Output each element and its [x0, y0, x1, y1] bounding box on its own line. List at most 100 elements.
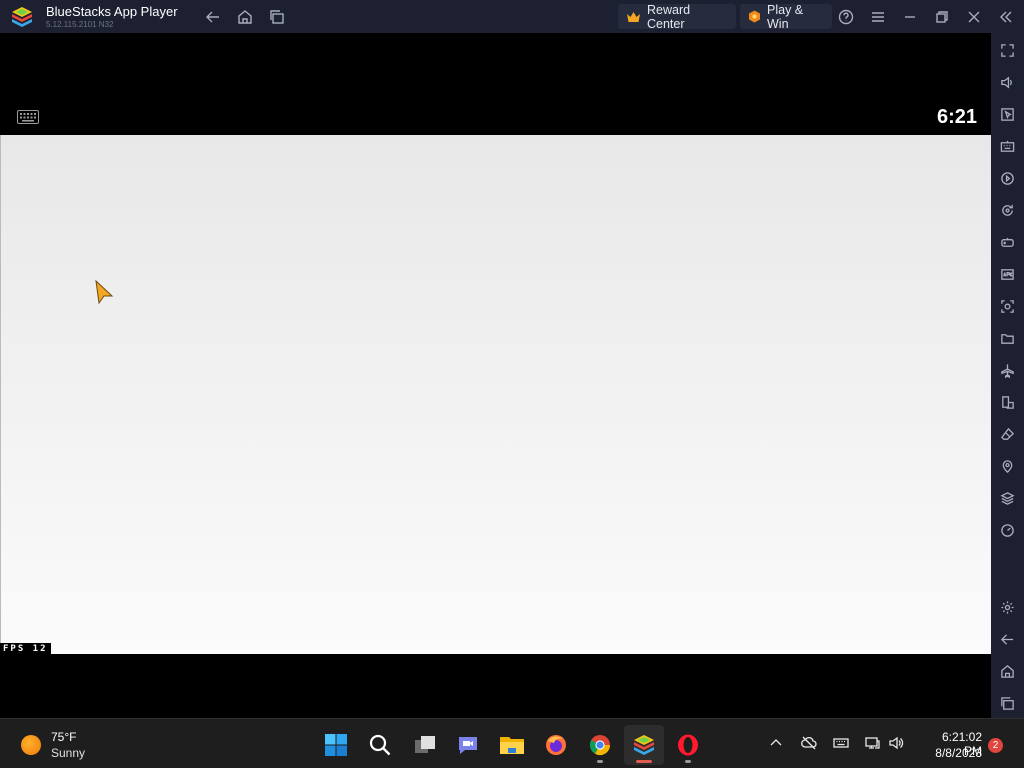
restore-button[interactable]	[926, 0, 958, 33]
home-button[interactable]	[229, 0, 261, 33]
reward-center-label: Reward Center	[647, 2, 691, 31]
help-icon	[838, 9, 854, 24]
clock-date[interactable]: 8/8/2023	[922, 746, 982, 760]
touch-keyboard-button[interactable]	[831, 733, 851, 753]
show-hidden-icons-button[interactable]	[766, 733, 786, 753]
chrome-button[interactable]	[580, 725, 620, 765]
apk-icon	[1001, 268, 1014, 280]
home-icon	[238, 9, 252, 24]
home-icon	[1001, 664, 1014, 678]
cloud-offline-icon	[801, 736, 817, 750]
settings-button[interactable]	[991, 591, 1024, 623]
android-clock: 6:21	[936, 106, 977, 128]
running-indicator	[685, 760, 691, 763]
volume-button[interactable]	[991, 66, 1024, 98]
recent-apps-button[interactable]	[261, 0, 293, 33]
airplane-icon	[1001, 363, 1014, 378]
app-title: BlueStacks App Player	[46, 4, 178, 19]
airplane-mode-button[interactable]	[991, 354, 1024, 386]
app-version: 5.12.115.2101 N32	[46, 20, 114, 29]
minimize-icon	[905, 15, 915, 18]
play-win-label: Play & Win	[767, 2, 804, 31]
collapse-sidebar-button[interactable]	[990, 0, 1022, 33]
sync-button[interactable]	[991, 194, 1024, 226]
notification-badge[interactable]: 2	[988, 738, 1003, 753]
keyboard-controls-button[interactable]	[991, 130, 1024, 162]
android-recent-apps-button[interactable]	[991, 687, 1024, 719]
folder-icon	[1001, 333, 1014, 344]
rotate-icon	[1002, 395, 1014, 409]
crown-icon	[626, 11, 641, 23]
arrow-left-icon	[1000, 633, 1014, 645]
opera-icon	[678, 734, 698, 756]
multi-instance-button[interactable]	[991, 482, 1024, 514]
camera-icon	[1001, 299, 1014, 313]
media-folder-button[interactable]	[991, 322, 1024, 354]
screenshot-button[interactable]	[991, 290, 1024, 322]
windows-taskbar: 75°F Sunny 6:21:02 PM 8/8/2023 2	[0, 718, 1024, 768]
performance-button[interactable]	[991, 514, 1024, 546]
close-icon	[968, 11, 980, 22]
onedrive-button[interactable]	[799, 733, 819, 753]
back-button[interactable]	[197, 0, 229, 33]
restore-icon	[936, 10, 948, 23]
arrow-left-icon	[206, 11, 219, 22]
volume-icon	[1001, 76, 1012, 88]
weather-condition[interactable]: Sunny	[51, 746, 85, 760]
eco-mode-button[interactable]	[991, 418, 1024, 450]
bluestacks-logo-icon	[12, 7, 32, 27]
gear-icon	[1001, 600, 1014, 614]
weather-temperature[interactable]: 75°F	[51, 730, 76, 744]
game-controls-button[interactable]	[991, 226, 1024, 258]
chrome-icon	[589, 735, 611, 756]
file-explorer-button[interactable]	[492, 725, 532, 765]
location-button[interactable]	[991, 450, 1024, 482]
side-toolbar	[991, 33, 1024, 718]
recent-apps-icon	[270, 9, 284, 24]
sync-icon	[1002, 204, 1013, 216]
macro-icon	[1001, 171, 1014, 185]
pointer-box-icon	[1001, 107, 1014, 121]
running-indicator	[597, 760, 603, 763]
speedometer-icon	[1001, 523, 1014, 537]
search-button[interactable]	[360, 725, 400, 765]
eraser-icon	[1001, 427, 1015, 440]
firefox-icon	[546, 735, 566, 755]
volume-button[interactable]	[886, 733, 906, 753]
minimize-button[interactable]	[894, 0, 926, 33]
help-button[interactable]	[830, 0, 862, 33]
android-back-button[interactable]	[991, 623, 1024, 655]
cursor-button[interactable]	[991, 98, 1024, 130]
active-indicator	[636, 760, 652, 763]
bluestacks-taskbar-button[interactable]	[624, 725, 664, 765]
folder-icon	[500, 737, 524, 754]
task-view-button[interactable]	[405, 725, 445, 765]
teams-chat-button[interactable]	[448, 725, 488, 765]
reward-center-button[interactable]: Reward Center	[618, 2, 736, 31]
keyboard-icon	[1000, 140, 1015, 152]
rotate-button[interactable]	[991, 386, 1024, 418]
double-chevron-left-icon	[1000, 11, 1012, 22]
close-button[interactable]	[958, 0, 990, 33]
network-button[interactable]	[862, 733, 882, 753]
install-apk-button[interactable]	[991, 258, 1024, 290]
app-content-area[interactable]	[0, 135, 991, 654]
gamepad-icon	[1001, 237, 1014, 247]
firefox-button[interactable]	[536, 725, 576, 765]
title-bar: BlueStacks App Player 5.12.115.2101 N32 …	[0, 0, 1024, 33]
opera-button[interactable]	[668, 725, 708, 765]
speaker-icon	[889, 736, 904, 750]
fullscreen-button[interactable]	[991, 34, 1024, 66]
teams-chat-icon	[459, 737, 477, 754]
macro-recorder-button[interactable]	[991, 162, 1024, 194]
android-home-button[interactable]	[991, 655, 1024, 687]
search-icon	[369, 734, 391, 756]
start-button[interactable]	[316, 725, 356, 765]
play-win-button[interactable]: Play & Win	[740, 2, 832, 31]
windows-start-icon	[325, 734, 347, 756]
keyboard-icon[interactable]	[17, 110, 39, 124]
sun-weather-icon[interactable]	[21, 735, 41, 755]
menu-button[interactable]	[862, 0, 894, 33]
coin-icon	[748, 10, 761, 23]
bluestacks-icon	[634, 735, 654, 755]
